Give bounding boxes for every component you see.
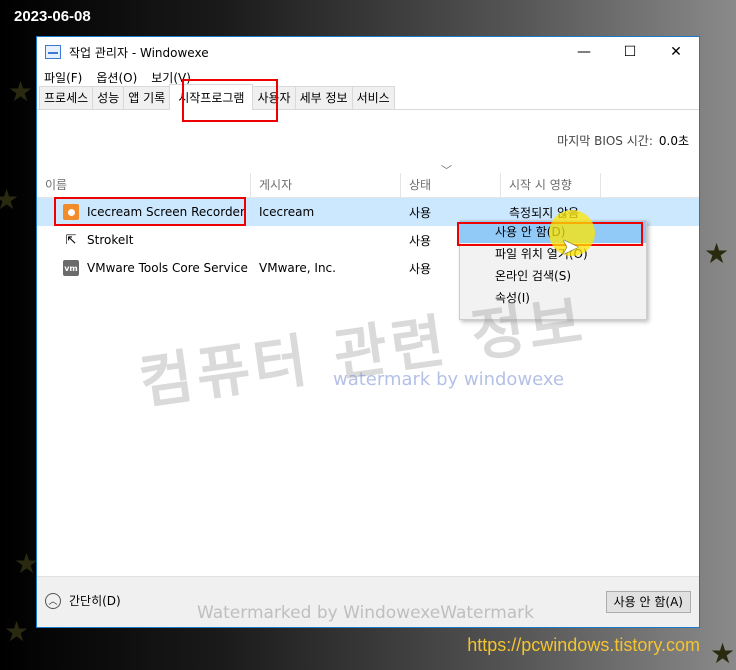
- row-name-cell: Icecream Screen Recorder: [37, 204, 251, 220]
- bios-time-value: 0.0초: [658, 134, 689, 148]
- minimize-button[interactable]: —: [561, 37, 607, 67]
- watermark-korean: 컴퓨터 관련 정보: [135, 286, 591, 417]
- bios-time-label: 마지막 BIOS 시간:: [557, 134, 653, 148]
- tab-users[interactable]: 사용자: [252, 86, 296, 109]
- tab-details[interactable]: 세부 정보: [294, 86, 353, 109]
- chevron-up-icon: ︿: [45, 592, 61, 609]
- task-manager-window: 작업 관리자 - Windowexe — ☐ ✕ 파일(F) 옵션(O) 보기(…: [36, 36, 700, 628]
- row-publisher: VMware, Inc.: [259, 261, 336, 275]
- menu-bar: 파일(F) 옵션(O) 보기(V): [37, 67, 699, 87]
- icecream-icon: [63, 204, 79, 220]
- watermark-english: watermark by windowexe: [333, 369, 565, 390]
- row-name: VMware Tools Core Service: [87, 261, 248, 275]
- tab-startup[interactable]: 시작프로그램: [169, 84, 254, 110]
- column-headers: 이름 게시자 ﹀ 상태 시작 시 영향: [37, 164, 699, 198]
- site-url: https://pcwindows.tistory.com: [467, 635, 700, 655]
- fewer-details-label: 간단히(D): [69, 594, 121, 608]
- window-controls: — ☐ ✕: [561, 37, 699, 67]
- vmware-icon: vm: [63, 260, 79, 276]
- column-name[interactable]: 이름: [37, 173, 251, 197]
- star-decoration: ★: [704, 237, 730, 270]
- row-name-cell: ⇱ StrokeIt: [37, 232, 251, 248]
- menu-view[interactable]: 보기(V): [144, 69, 198, 86]
- column-publisher[interactable]: 게시자: [251, 173, 401, 197]
- column-status[interactable]: ﹀ 상태: [401, 164, 501, 197]
- star-decoration: ★: [0, 183, 20, 216]
- star-decoration: ★: [4, 615, 30, 648]
- tab-app-history[interactable]: 앱 기록: [123, 86, 171, 109]
- strokeit-icon: ⇱: [65, 232, 77, 248]
- watermark-bottom: Watermarked by WindowexeWatermark: [197, 603, 535, 623]
- task-manager-icon: [45, 45, 61, 59]
- menu-options[interactable]: 옵션(O): [89, 69, 144, 86]
- sort-chevron-icon: ﹀: [441, 164, 452, 177]
- row-name: StrokeIt: [87, 233, 134, 247]
- fewer-details-button[interactable]: ︿ 간단히(D): [45, 592, 121, 609]
- column-status-label: 상태: [409, 178, 432, 192]
- tab-performance[interactable]: 성능: [92, 86, 125, 109]
- tab-bar: 프로세스 성능 앱 기록 시작프로그램 사용자 세부 정보 서비스: [37, 84, 699, 110]
- disable-button[interactable]: 사용 안 함(A): [605, 591, 691, 613]
- window-title: 작업 관리자 - Windowexe: [69, 45, 209, 60]
- menu-file[interactable]: 파일(F): [37, 69, 89, 86]
- row-publisher: Icecream: [259, 205, 315, 219]
- date-label: 2023-06-08: [14, 8, 91, 25]
- row-name-cell: vm VMware Tools Core Service: [37, 260, 251, 276]
- close-button[interactable]: ✕: [653, 37, 699, 67]
- star-decoration: ★: [8, 75, 34, 108]
- row-status: 사용: [409, 205, 432, 220]
- bios-time: 마지막 BIOS 시간: 0.0초: [557, 132, 689, 149]
- title-bar[interactable]: 작업 관리자 - Windowexe — ☐ ✕: [37, 37, 699, 67]
- maximize-button[interactable]: ☐: [607, 37, 653, 67]
- column-startup-impact[interactable]: 시작 시 영향: [501, 173, 601, 197]
- mouse-cursor-icon: ➤: [561, 235, 580, 260]
- tab-services[interactable]: 서비스: [351, 86, 395, 109]
- row-name: Icecream Screen Recorder: [87, 205, 245, 219]
- tab-processes[interactable]: 프로세스: [39, 86, 94, 109]
